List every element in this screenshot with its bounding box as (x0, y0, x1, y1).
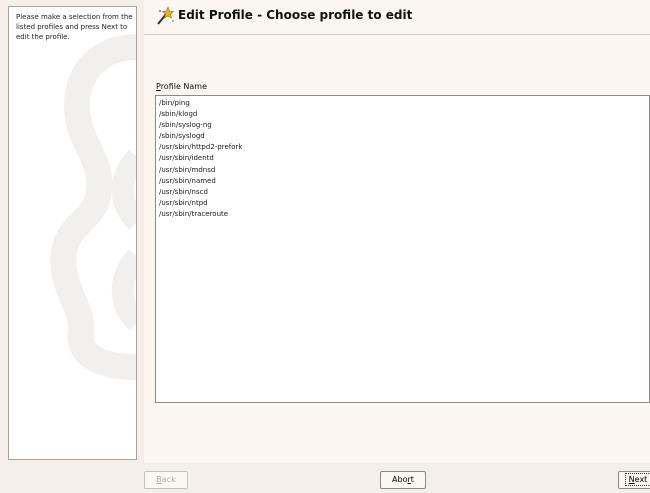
button-bar (0, 463, 650, 493)
suse-watermark-icon (50, 34, 136, 380)
abort-button[interactable]: Abort (380, 471, 426, 489)
main-panel: Edit Profile - Choose profile to edit Pr… (144, 0, 650, 463)
list-item[interactable]: /usr/sbin/mdnsd (156, 165, 649, 176)
help-panel: Please make a selection from the listed … (8, 6, 137, 460)
list-item[interactable]: /usr/sbin/httpd2-prefork (156, 142, 649, 153)
abort-button-label-after: t (410, 475, 414, 484)
profile-list-label-rest: rofile Name (160, 82, 208, 91)
list-item[interactable]: /sbin/syslog-ng (156, 120, 649, 131)
help-text: Please make a selection from the listed … (16, 13, 133, 41)
back-button-label: ack (161, 475, 176, 484)
abort-button-label-before: Abo (392, 475, 408, 484)
list-item[interactable]: /sbin/syslogd (156, 131, 649, 142)
next-button-label: ext (634, 475, 648, 484)
list-item[interactable]: /sbin/klogd (156, 109, 649, 120)
list-item[interactable]: /usr/sbin/ntpd (156, 198, 649, 209)
profile-list[interactable]: /bin/ping/sbin/klogd/sbin/syslog-ng/sbin… (155, 95, 650, 403)
next-button[interactable]: Next (618, 471, 650, 489)
back-button[interactable]: Back (144, 471, 188, 489)
apparmor-wand-icon (157, 6, 175, 25)
list-item[interactable]: /usr/sbin/traceroute (156, 209, 649, 220)
profile-list-label: Profile Name (156, 82, 207, 91)
dialog-header: Edit Profile - Choose profile to edit (144, 0, 650, 35)
list-item[interactable]: /usr/sbin/nscd (156, 187, 649, 198)
page-title: Edit Profile - Choose profile to edit (178, 8, 413, 22)
list-item[interactable]: /bin/ping (156, 98, 649, 109)
list-item[interactable]: /usr/sbin/identd (156, 153, 649, 164)
next-button-focus: Next (624, 473, 650, 486)
list-item[interactable]: /usr/sbin/named (156, 176, 649, 187)
